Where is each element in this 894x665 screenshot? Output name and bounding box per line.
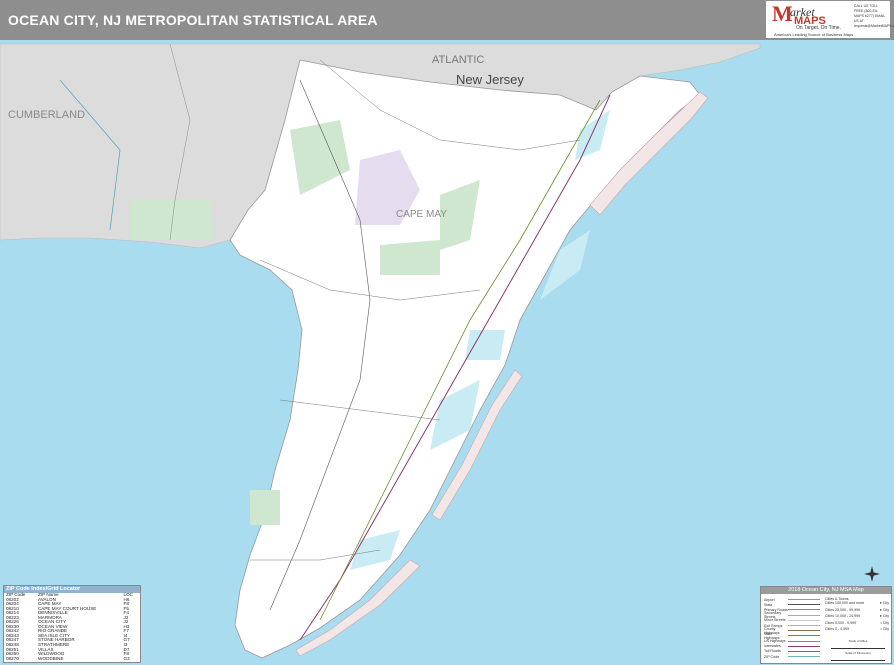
label-cumberland: CUMBERLAND [8, 109, 85, 121]
legend-item-label: Minor Streets [764, 618, 786, 623]
legend-line-swatch [788, 625, 820, 627]
legend-item: ZIP Code [764, 654, 822, 659]
legend-population: Cities & Towns Cities 100,000 and more ● … [825, 597, 889, 634]
zip-code-index: ZIP Code Index/Grid Locator ZIP Code ZIP… [3, 585, 141, 663]
zip-cell: WOODBINE [37, 655, 64, 661]
page-title: OCEAN CITY, NJ METROPOLITAN STATISTICAL … [8, 12, 378, 28]
header-bar: OCEAN CITY, NJ METROPOLITAN STATISTICAL … [0, 0, 894, 40]
label-new-jersey: New Jersey [456, 72, 524, 87]
scale-miles-label: Scale of Miles [848, 639, 868, 643]
legend-title: 2018 Ocean City, NJ MSA Map [761, 587, 891, 594]
legend-item-label: Airport [764, 597, 775, 602]
legend-line-swatch [788, 656, 820, 658]
scale-km-label: Scale of Kilometers [845, 651, 871, 655]
legend-line-swatch [788, 614, 820, 616]
map-legend: 2018 Ocean City, NJ MSA Map Airport State… [760, 586, 892, 664]
zip-cell: G3 [123, 655, 130, 661]
legend-line-swatch [788, 609, 820, 611]
legend-line-swatch [788, 604, 820, 606]
legend-line-swatch [788, 650, 820, 652]
legend-item-label: ZIP Code [764, 654, 780, 659]
zip-cell: 08270 [6, 655, 19, 661]
label-atlantic: ATLANTIC [432, 54, 484, 66]
population-text: • City [880, 627, 889, 631]
legend-line-swatch [788, 599, 820, 601]
zip-row: 08270 WOODBINE G3 [4, 655, 140, 662]
legend-line-swatch [788, 630, 820, 632]
legend-item-label: Interstates [764, 644, 781, 649]
map-canvas[interactable]: ATLANTIC New Jersey CUMBERLAND CAPE MAY [0, 40, 894, 665]
scale-bar: Scale of Miles Scale of Kilometers [831, 639, 885, 663]
logo-contact: CALL US TOLL FREE (800-EA-MAPS 6277) EMA… [854, 4, 894, 28]
zip-table: ZIP Code ZIP Name LOC 08202 AVALON H6 08204… [4, 592, 140, 662]
legend-line-swatch [788, 640, 820, 642]
legend-item-label: US Highways [764, 639, 786, 644]
label-cape-may: CAPE MAY [396, 209, 447, 220]
population-text: Cities 0 - 4,999 [825, 627, 850, 631]
market-maps-logo: M arket MAPS On Target. On Time. America… [766, 1, 894, 38]
population-row: Cities 0 - 4,999 • City [825, 627, 889, 634]
legend-line-swatch [788, 645, 820, 647]
legend-item-label: State [764, 602, 773, 607]
legend-line-swatch [788, 635, 820, 637]
legend-items: Airport State Primary Roads Secondary Stree… [764, 597, 822, 659]
legend-item-label: Toll Roads [764, 649, 781, 654]
logo-subtitle: America's Leading Source of Business Map… [774, 32, 854, 37]
legend-line-swatch [788, 619, 820, 621]
logo-tagline: On Target. On Time. [796, 25, 841, 31]
